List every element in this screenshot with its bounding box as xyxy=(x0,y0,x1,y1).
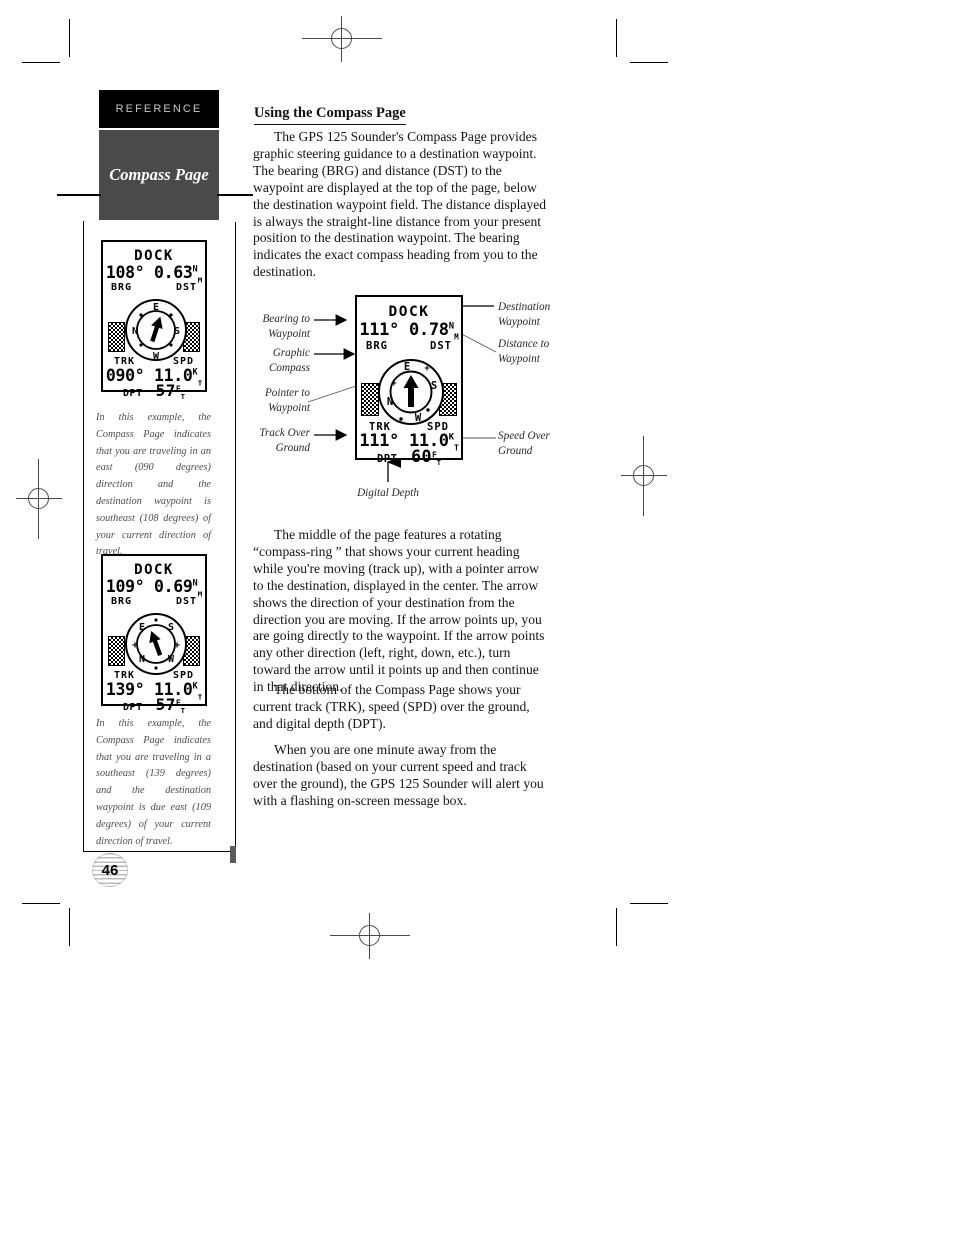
gps1-cdi-bar-left xyxy=(108,322,125,352)
gps2-cdi-bar-left xyxy=(108,636,125,666)
paragraph-arrival-alert: When you are one minute away from the de… xyxy=(253,742,544,808)
svg-text:W: W xyxy=(168,654,175,665)
gps2-label-dpt: DPT xyxy=(123,702,143,713)
sidebar-box-corner xyxy=(83,221,84,223)
gps1-waypoint-name: DOCK xyxy=(134,248,174,264)
svg-text:N: N xyxy=(387,396,393,408)
caption-example-1: In this example, the Compass Page indica… xyxy=(96,412,211,558)
gps2-depth-row: DPT 57FT xyxy=(103,695,205,715)
gpsm-distance-value: 0.78 xyxy=(409,320,449,340)
tab-rule-left xyxy=(57,194,101,196)
svg-text:N: N xyxy=(132,326,138,337)
gpsm-depth-row: DPT 60FT xyxy=(357,447,461,467)
gpsm-label-dst: DST xyxy=(430,340,452,352)
svg-text:+: + xyxy=(174,640,180,651)
gps2-distance-unit: N xyxy=(192,578,198,589)
sidebar-edge-tick xyxy=(230,846,236,863)
main-content: Using the Compass Page The GPS 125 Sound… xyxy=(250,0,954,1235)
page-title: Using the Compass Page xyxy=(254,105,406,125)
gpsm-depth-value: 60 xyxy=(411,447,432,466)
gps-screen-example-1: DOCK 108° 0.63NM BRG DST E S W N TRK SPD… xyxy=(101,240,207,401)
gps2-label-dst: DST xyxy=(175,596,197,607)
paragraph-compass-ring: The middle of the page features a rotati… xyxy=(253,527,545,695)
gpsm-speed-unit: K xyxy=(448,432,455,443)
page-number-value: 46 xyxy=(101,861,119,879)
gpsm-distance-unit-sub: M xyxy=(454,332,459,342)
gpsm-graphic-compass: E S W N + + xyxy=(377,353,445,431)
paragraph-intro: The GPS 125 Sounder's Compass Page provi… xyxy=(253,129,547,280)
gps1-depth-row: DPT 57FT xyxy=(103,381,205,401)
gps2-label-brg: BRG xyxy=(111,596,133,607)
gps1-label-brg: BRG xyxy=(111,282,133,293)
svg-text:+: + xyxy=(132,640,138,651)
gpsm-label-dpt: DPT xyxy=(376,453,398,465)
caption-example-2: In this example, the Compass Page indica… xyxy=(96,718,211,847)
gps1-speed-unit: K xyxy=(192,367,198,378)
paragraph-bottom-fields: The bottom of the Compass Page shows you… xyxy=(253,682,530,731)
reference-tab[interactable]: REFERENCE xyxy=(99,90,219,128)
svg-text:S: S xyxy=(168,622,174,633)
reference-tab-label: REFERENCE xyxy=(115,103,203,115)
gps1-depth-unit-sub: T xyxy=(180,393,185,401)
gps-screen-main: DOCK 111° 0.78NM BRG DST E S W N + + TRK… xyxy=(355,295,463,467)
gps1-label-dpt: DPT xyxy=(123,388,143,399)
gps1-distance-value: 0.63 xyxy=(154,263,193,282)
svg-text:E: E xyxy=(153,302,159,313)
tab-rule-right xyxy=(217,194,253,196)
section-tab-compass-page[interactable]: Compass Page xyxy=(99,130,219,220)
svg-text:S: S xyxy=(174,326,180,337)
svg-text:+: + xyxy=(391,379,397,389)
gps2-distance-unit-sub: M xyxy=(197,589,203,599)
gps1-bearing-value: 108° xyxy=(105,263,145,282)
gps1-depth-value: 57 xyxy=(155,381,176,400)
svg-text:E: E xyxy=(139,622,145,633)
gps-screen-example-2: DOCK 109° 0.69NM BRG DST E S W N + + TRK… xyxy=(101,554,207,715)
page-number: 46 xyxy=(92,853,128,887)
gps2-distance-value: 0.69 xyxy=(154,577,193,596)
gps1-distance-unit-sub: M xyxy=(197,275,203,285)
svg-text:+: + xyxy=(424,364,430,374)
svg-text:W: W xyxy=(415,412,422,424)
gps1-distance-unit: N xyxy=(192,264,198,275)
figure-compass-page: Bearing to Waypoint Graphic Compass Poin… xyxy=(250,290,570,505)
gpsm-waypoint-name: DOCK xyxy=(388,304,430,320)
gps2-depth-value: 57 xyxy=(155,695,176,714)
gpsm-distance-unit: N xyxy=(448,321,455,332)
gps1-label-dst: DST xyxy=(175,282,197,293)
svg-text:E: E xyxy=(404,361,410,373)
gps2-bearing-value: 109° xyxy=(105,577,145,596)
sidebar: REFERENCE Compass Page DOCK 108° 0.63NM … xyxy=(0,0,253,1235)
gpsm-bearing-value: 111° xyxy=(359,320,400,340)
svg-text:W: W xyxy=(153,351,160,362)
gpsm-depth-unit-sub: T xyxy=(436,459,442,468)
section-tab-label: Compass Page xyxy=(109,165,209,184)
svg-text:N: N xyxy=(139,654,145,665)
gps2-depth-unit-sub: T xyxy=(180,707,185,715)
gps2-speed-unit: K xyxy=(192,681,198,692)
gpsm-bearing-distance-row: 111° 0.78NM xyxy=(357,320,461,341)
gpsm-label-brg: BRG xyxy=(366,340,388,352)
gps2-waypoint-name: DOCK xyxy=(134,562,174,578)
svg-text:S: S xyxy=(431,380,437,392)
